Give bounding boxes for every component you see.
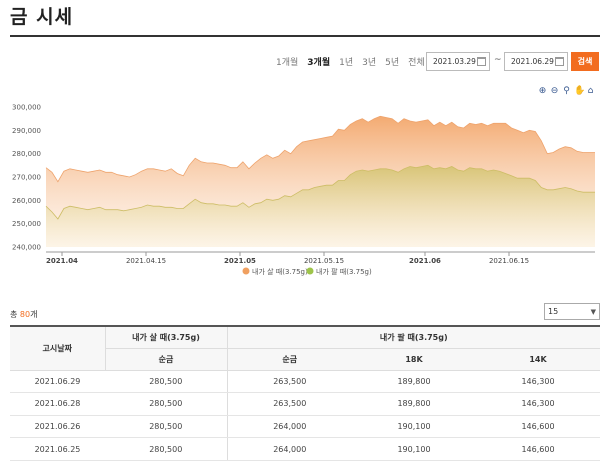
y-tick-label: 270,000 <box>12 174 41 182</box>
table-cell: 280,500 <box>105 392 227 416</box>
end-date-input[interactable]: 2021.06.29 <box>504 52 568 71</box>
period-tabs: 1개월 3개월 1년 3년 5년 전체 <box>276 55 434 68</box>
table-row: 2021.06.29 280,500 263,500 189,800 146,300 <box>10 370 600 394</box>
y-tick-label: 240,000 <box>12 244 41 252</box>
date-separator: ~ <box>494 55 502 65</box>
start-date-value: 2021.03.29 <box>433 57 476 66</box>
table-row: 2021.06.28 280,500 263,500 189,800 146,300 <box>10 392 600 416</box>
table-cell: 146,300 <box>476 392 600 416</box>
table-cell: 146,600 <box>476 415 600 439</box>
table-cell: 2021.06.25 <box>10 437 105 461</box>
header-18k: 18K <box>352 348 476 371</box>
y-tick-label: 290,000 <box>12 127 41 135</box>
table-cell: 189,800 <box>352 370 476 394</box>
tab-3-months[interactable]: 3개월 <box>307 55 330 68</box>
tab-1-year[interactable]: 1년 <box>339 55 353 68</box>
count-suffix: 개 <box>30 310 38 319</box>
tab-5-years[interactable]: 5년 <box>385 55 399 68</box>
y-axis: 300,000 290,000 280,000 270,000 260,000 250,0… <box>12 104 41 252</box>
table-cell: 280,500 <box>105 370 227 394</box>
x-tick-label: 2021.06 <box>409 257 441 265</box>
table-cell: 280,500 <box>105 415 227 439</box>
table-cell: 146,300 <box>476 370 600 394</box>
y-tick-label: 280,000 <box>12 150 41 158</box>
x-tick-label: 2021.04.15 <box>126 257 166 265</box>
chart-legend: 내가 살 때(3.75g) 내가 팔 때(3.75g) <box>242 267 372 276</box>
table-cell: 263,500 <box>226 392 352 416</box>
y-tick-label: 260,000 <box>12 197 41 205</box>
header-14k: 14K <box>476 348 600 371</box>
chart-plot-area <box>45 115 595 247</box>
calendar-icon[interactable] <box>477 57 486 66</box>
table-cell: 264,000 <box>226 415 352 439</box>
table-cell: 2021.06.26 <box>10 415 105 439</box>
price-table-body: 2021.06.29 280,500 263,500 189,800 146,300 20… <box>10 370 600 461</box>
result-count: 총 80개 <box>10 309 37 320</box>
tab-1-month[interactable]: 1개월 <box>276 55 298 68</box>
page-size-value: 15 <box>548 307 559 316</box>
price-table: 고시날짜 내가 살 때(3.75g) 내가 팔 때(3.75g) 순금 순금 1… <box>10 325 600 461</box>
table-cell: 280,500 <box>105 437 227 461</box>
table-cell: 264,000 <box>226 437 352 461</box>
legend-buy-marker <box>242 267 250 275</box>
table-cell: 2021.06.28 <box>10 392 105 416</box>
tab-3-years[interactable]: 3년 <box>362 55 376 68</box>
title-divider <box>10 35 600 37</box>
header-buy-group: 내가 살 때(3.75g) <box>104 325 227 349</box>
x-tick-label: 2021.06.15 <box>489 257 529 265</box>
header-sell-group: 내가 팔 때(3.75g) <box>226 325 600 349</box>
x-tick-label: 2021.05 <box>224 257 256 265</box>
count-prefix: 총 <box>10 310 20 319</box>
table-cell: 189,800 <box>352 392 476 416</box>
table-cell: 146,600 <box>476 437 600 461</box>
table-cell: 263,500 <box>226 370 352 394</box>
legend-buy-label[interactable]: 내가 살 때(3.75g) <box>252 267 308 276</box>
table-cell: 190,100 <box>352 437 476 461</box>
x-axis: 2021.04 2021.04.15 2021.05 2021.05.15 2021.0… <box>46 252 529 265</box>
end-date-value: 2021.06.29 <box>511 57 554 66</box>
start-date-input[interactable]: 2021.03.29 <box>426 52 490 71</box>
legend-sell-marker <box>306 267 314 275</box>
header-sell-pure: 순금 <box>226 348 352 371</box>
page-title: 금 시세 <box>10 6 74 28</box>
calendar-icon[interactable] <box>555 57 564 66</box>
y-tick-label: 300,000 <box>12 104 41 112</box>
tab-all[interactable]: 전체 <box>408 55 425 68</box>
header-buy-pure: 순금 <box>104 348 227 371</box>
price-chart: 300,000 290,000 280,000 270,000 260,000 250,0… <box>12 104 595 276</box>
search-button[interactable]: 검색 <box>571 52 599 71</box>
chevron-down-icon: ▼ <box>590 308 596 316</box>
table-row: 2021.06.25 280,500 264,000 190,100 146,600 <box>10 437 600 461</box>
count-number: 80 <box>19 310 31 319</box>
header-date: 고시날짜 <box>10 325 105 371</box>
table-cell: 190,100 <box>352 415 476 439</box>
table-cell: 2021.06.29 <box>10 370 105 394</box>
legend-sell-label[interactable]: 내가 팔 때(3.75g) <box>316 267 372 276</box>
table-row: 2021.06.26 280,500 264,000 190,100 146,600 <box>10 415 600 439</box>
x-tick-label: 2021.05.15 <box>304 257 344 265</box>
page-size-select[interactable]: 15 ▼ <box>544 303 600 320</box>
y-tick-label: 250,000 <box>12 220 41 228</box>
x-tick-label: 2021.04 <box>46 257 78 265</box>
